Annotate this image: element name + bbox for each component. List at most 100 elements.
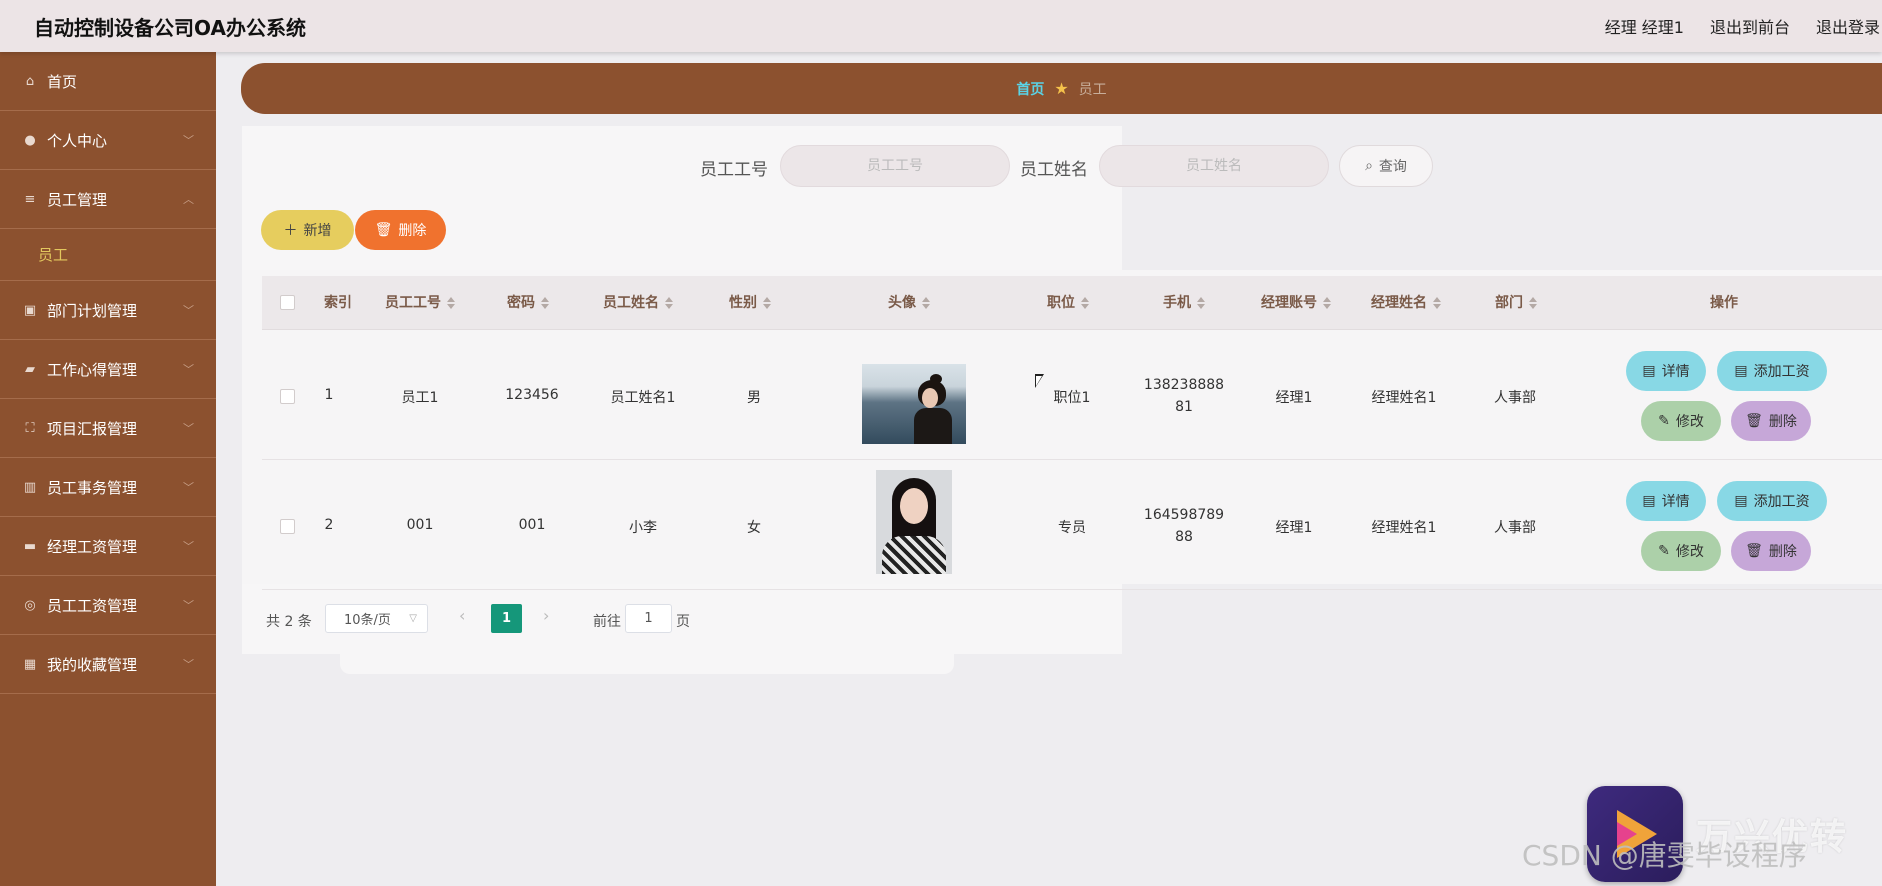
document-icon: ▤ <box>1734 493 1748 509</box>
add-salary-button[interactable]: ▤ 添加工资 <box>1717 481 1827 521</box>
current-user[interactable]: 经理 经理1 <box>1605 14 1684 38</box>
cell-password: 123456 <box>505 387 559 403</box>
cell-gender: 女 <box>747 520 761 536</box>
add-button[interactable]: ＋ 新增 <box>261 210 354 250</box>
detail-button[interactable]: ▤ 详情 <box>1626 351 1706 391</box>
sidebar-item-work-insights[interactable]: ▰ 工作心得管理 ﹀ <box>0 340 216 399</box>
cell-position: 专员 <box>1058 520 1086 536</box>
cell-name: 小李 <box>629 520 657 536</box>
sidebar-item-label: 员工管理 <box>47 190 108 209</box>
sidebar-item-label: 经理工资管理 <box>47 537 138 556</box>
cell-name: 员工姓名1 <box>610 390 676 406</box>
chevron-down-icon: ﹀ <box>183 304 194 317</box>
exit-to-front-link[interactable]: 退出到前台 <box>1710 14 1790 38</box>
table-row: 2 001 001 小李 女 专员 16459878988 经理1 经理姓名1 … <box>262 460 1882 590</box>
detail-button[interactable]: ▤ 详情 <box>1626 481 1706 521</box>
delete-button[interactable]: 🗑 删除 <box>1731 401 1811 441</box>
th-phone[interactable]: 手机 <box>1163 276 1205 330</box>
delete-button[interactable]: 🗑 删除 <box>1731 531 1811 571</box>
edit-button[interactable]: ✎ 修改 <box>1641 531 1721 571</box>
sidebar-item-employee-salary[interactable]: ◎ 员工工资管理 ﹀ <box>0 576 216 635</box>
th-avatar[interactable]: 头像 <box>888 276 930 330</box>
document-icon: ▤ <box>1734 363 1748 379</box>
document-icon: ▤ <box>1642 493 1656 509</box>
add-salary-button[interactable]: ▤ 添加工资 <box>1717 351 1827 391</box>
sort-icon <box>1433 297 1441 309</box>
goto-page-input[interactable] <box>625 604 672 633</box>
cell-position: 职位1 <box>1053 390 1091 406</box>
select-all-checkbox[interactable] <box>280 295 295 310</box>
goto-label: 前往 <box>593 614 621 630</box>
th-password[interactable]: 密码 <box>507 276 549 330</box>
chevron-down-icon: ﹀ <box>183 658 194 671</box>
sort-icon <box>763 297 771 309</box>
page-size-select[interactable]: 10条/页 ▽ <box>325 604 428 633</box>
sidebar-item-label: 个人中心 <box>47 131 108 150</box>
th-gender[interactable]: 性别 <box>729 276 771 330</box>
chevron-down-icon: ﹀ <box>183 363 194 376</box>
page-number-current[interactable]: 1 <box>491 604 522 633</box>
row-checkbox[interactable] <box>280 519 295 534</box>
sort-icon <box>1197 297 1205 309</box>
sidebar-subitem-employee[interactable]: 员工 <box>0 229 216 281</box>
row-checkbox[interactable] <box>280 389 295 404</box>
emp-name-input[interactable] <box>1099 145 1329 187</box>
th-name[interactable]: 员工姓名 <box>603 276 673 330</box>
query-button-label: 查询 <box>1378 159 1407 175</box>
user-icon: ● <box>24 132 36 148</box>
sidebar-item-label: 首页 <box>47 72 78 91</box>
emp-no-input[interactable] <box>780 145 1010 187</box>
th-manager-name[interactable]: 经理姓名 <box>1371 276 1441 330</box>
sort-icon <box>1081 297 1089 309</box>
cell-phone: 13823888881 <box>1143 377 1225 415</box>
prev-page-icon[interactable]: ‹ <box>459 606 465 625</box>
sidebar-item-label: 工作心得管理 <box>47 360 138 379</box>
target-icon: ◎ <box>24 597 36 613</box>
list-icon: ≡ <box>24 191 36 207</box>
sidebar-item-personal-center[interactable]: ● 个人中心 ﹀ <box>0 111 216 170</box>
cell-manager-name: 经理姓名1 <box>1371 520 1437 536</box>
next-page-icon[interactable]: › <box>543 606 549 625</box>
th-department[interactable]: 部门 <box>1495 276 1537 330</box>
sidebar-item-label: 我的收藏管理 <box>47 655 138 674</box>
sort-icon <box>447 297 455 309</box>
cell-phone: 16459878988 <box>1143 507 1225 545</box>
th-actions: 操作 <box>1710 295 1738 311</box>
th-position[interactable]: 职位 <box>1047 276 1089 330</box>
logout-link[interactable]: 退出登录 <box>1816 14 1880 38</box>
trash-icon: 🗑 <box>1745 543 1763 559</box>
app-title: 自动控制设备公司OA办公系统 <box>34 15 306 40</box>
breadcrumb-home[interactable]: 首页 <box>1016 79 1044 99</box>
sidebar-item-manager-salary[interactable]: ▬ 经理工资管理 ﹀ <box>0 517 216 576</box>
chevron-down-icon: ﹀ <box>183 599 194 612</box>
breadcrumb: 首页 ★ 员工 <box>241 63 1882 114</box>
th-emp-no[interactable]: 员工工号 <box>385 276 455 330</box>
sidebar-item-home[interactable]: ⌂ 首页 <box>0 52 216 111</box>
grid-icon: ▦ <box>23 656 37 672</box>
sort-icon <box>1323 297 1331 309</box>
people-icon: ▰ <box>25 361 35 377</box>
sidebar-item-favorites[interactable]: ▦ 我的收藏管理 ﹀ <box>0 635 216 694</box>
edit-button[interactable]: ✎ 修改 <box>1641 401 1721 441</box>
cell-password: 001 <box>518 517 546 533</box>
sidebar-item-employee-affairs[interactable]: ▥ 员工事务管理 ﹀ <box>0 458 216 517</box>
th-index[interactable]: 索引 <box>324 276 352 330</box>
panel-bottom-edge <box>340 654 954 674</box>
sidebar-item-project-report[interactable]: ⛶ 项目汇报管理 ﹀ <box>0 399 216 458</box>
chevron-down-icon: ▽ <box>409 613 417 624</box>
query-button[interactable]: ⌕ 查询 <box>1339 145 1433 187</box>
th-manager-account[interactable]: 经理账号 <box>1261 276 1331 330</box>
delete-button-label: 删除 <box>398 223 427 239</box>
watermark-text: CSDN @唐雯毕设程序 <box>1522 839 1807 872</box>
sort-icon <box>541 297 549 309</box>
emp-name-label: 员工姓名 <box>1020 160 1088 180</box>
cell-index: 2 <box>324 517 334 533</box>
page-unit-label: 页 <box>676 614 690 630</box>
sidebar-item-dept-plan[interactable]: ▣ 部门计划管理 ﹀ <box>0 281 216 340</box>
batch-delete-button[interactable]: 🗑 删除 <box>355 210 446 250</box>
sidebar-item-employee-management[interactable]: ≡ 员工管理 ︿ <box>0 170 216 229</box>
page-size-value: 10条/页 <box>344 613 391 628</box>
table-row: 1 员工1 123456 员工姓名1 男 职位1 13823888881 经理1… <box>262 330 1882 460</box>
home-icon: ⌂ <box>25 73 35 89</box>
chevron-up-icon: ︿ <box>183 193 194 206</box>
